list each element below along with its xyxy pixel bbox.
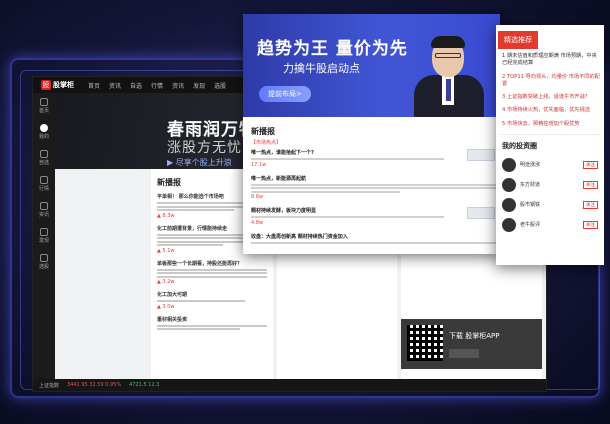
- qr-code-icon: [407, 325, 443, 361]
- news-item-title: 题材持续发酵，板块力度明显: [251, 208, 317, 214]
- avatar: [502, 157, 516, 172]
- menu-item[interactable]: 行情: [151, 81, 163, 90]
- banner-subtitle: 涨股方无忧: [167, 140, 242, 156]
- sidebar-item-watchlist[interactable]: 自选: [33, 145, 55, 171]
- investor-name: 东方财道: [520, 182, 541, 189]
- status-bar: 上证指数 3441.95 32.59 0.95% 4721.5 12.3: [33, 379, 546, 391]
- promo-banner[interactable]: 趋势为王 量价为先 力擒牛股启动点 提前布局>: [243, 14, 500, 117]
- web-news-feed: 新播报 【市场热点】 唯一热点，谁能拾起下一个? 17.1w 唯一热点，新能源再…: [251, 126, 499, 251]
- user-icon: [40, 124, 48, 132]
- list-item[interactable]: 唯一热点，新能源再起航 8.6w: [251, 175, 499, 200]
- list-item[interactable]: 唯一热点，谁能拾起下一个? 17.1w: [251, 149, 499, 168]
- investor-row[interactable]: 明途涨涨 关注: [496, 155, 604, 175]
- news-icon: [40, 202, 48, 210]
- star-icon: [40, 150, 48, 158]
- sidebar-item-label: 选股: [38, 264, 49, 270]
- sidebar-item-label: 行情: [38, 186, 49, 192]
- news-item-title: 唯一热点，新能源再起航: [251, 175, 307, 182]
- news-item-title: 唯一热点，谁能拾起下一个?: [251, 150, 314, 156]
- investors-title: 我的投资圈: [502, 141, 537, 150]
- banner-bullet: ▶ 尽享个股上升浪: [167, 158, 232, 167]
- list-item[interactable]: 5 市场快去，那精控增加个股优势: [502, 121, 600, 128]
- sidebar-item-label: 首页: [38, 108, 49, 114]
- avatar: [502, 177, 516, 192]
- logo-icon: 股: [41, 80, 51, 90]
- promo-title: 趋势为王 量价为先: [257, 39, 408, 59]
- avatar: [502, 217, 516, 232]
- investor-row[interactable]: 东方财道 关注: [496, 175, 604, 195]
- sidebar-item-label: 资讯: [38, 212, 49, 218]
- investor-name: 老牛股评: [520, 222, 541, 229]
- list-item[interactable]: 2 TOP11 导向领头，均量价 市场不同的配置: [502, 74, 600, 89]
- left-sidebar: 首页 我的 自选 行情 资讯 发现 选股: [33, 93, 55, 379]
- recommend-panel: 精选推荐 1 期末估值和质理应期满 市场预期，中央已经完成结算 2 TOP11 …: [496, 25, 604, 265]
- chart-icon: [40, 176, 48, 184]
- news-thumbnail: [467, 207, 495, 219]
- list-item[interactable]: 3 上证指数突破上线，适逢牛市开战?: [502, 94, 600, 101]
- news-item-title: 化工加大可期: [157, 292, 188, 298]
- news-item-title: 单板那些一个长期看，持股还能再好？: [157, 260, 243, 267]
- recommend-list: 1 期末估值和质理应期满 市场预期，中央已经完成结算 2 TOP11 导向领头，…: [496, 49, 604, 128]
- logo-text: 股掌柜: [53, 81, 74, 89]
- list-item[interactable]: 1 期末估值和质理应期满 市场预期，中央已经完成结算: [502, 53, 600, 68]
- news-feed-title: 新播报: [251, 127, 275, 136]
- investor-name: 股市钢铁: [520, 202, 541, 209]
- follow-button[interactable]: 关注: [583, 220, 598, 229]
- heat-count: 17.1w: [251, 161, 267, 168]
- list-item[interactable]: 题材持续发酵，板块力度明显 4.8w: [251, 207, 499, 226]
- sidebar-item-news[interactable]: 资讯: [33, 197, 55, 223]
- promo-button[interactable]: 提前布局>: [259, 86, 311, 102]
- presenter-photo: [414, 35, 484, 117]
- index-name: 上证指数: [39, 382, 60, 389]
- divider: [500, 133, 600, 135]
- list-item[interactable]: 化工加大可期 ▲ 3.0w: [157, 291, 267, 310]
- news-item-title: 收盘：大盘再创新高 题材持续热门资金加入: [251, 233, 348, 240]
- sidebar-item-market[interactable]: 行情: [33, 171, 55, 197]
- promo-subtitle: 力擒牛股启动点: [283, 62, 360, 75]
- home-icon: [40, 98, 48, 106]
- recommend-header: 精选推荐: [498, 31, 538, 49]
- web-page-panel: 趋势为王 量价为先 力擒牛股启动点 提前布局> 新播报 【市场热点】 唯一热点，…: [243, 14, 500, 254]
- list-item[interactable]: 收盘：大盘再创新高 题材持续热门资金加入: [251, 233, 499, 244]
- avatar: [502, 197, 516, 212]
- sidebar-item-discover[interactable]: 发现: [33, 223, 55, 249]
- hot-tag[interactable]: 【市场热点】: [251, 139, 499, 146]
- menu-item[interactable]: 资讯: [109, 81, 121, 90]
- list-item[interactable]: 重材相关投资: [157, 316, 267, 330]
- follow-button[interactable]: 关注: [583, 160, 598, 169]
- menu-item[interactable]: 选股: [214, 81, 226, 90]
- investor-name: 明途涨涨: [520, 162, 541, 169]
- heat-count: ▲ 3.0w: [157, 303, 175, 310]
- menu-item[interactable]: 资讯: [172, 81, 184, 90]
- heat-count: ▲ 3.2w: [157, 279, 175, 285]
- discover-icon: [40, 228, 48, 236]
- index-down-value: 4721.5 12.3: [129, 382, 160, 388]
- follow-button[interactable]: 关注: [583, 200, 598, 209]
- sidebar-item-label: 发现: [38, 238, 49, 244]
- list-item[interactable]: 单板那些一个长期看，持股还能再好？ ▲ 3.2w: [157, 260, 267, 285]
- heat-count: 4.8w: [251, 219, 264, 226]
- sidebar-item-label: 我的: [38, 134, 49, 140]
- list-item[interactable]: 4 市场持续火热，优先面临，优先挑选: [502, 107, 600, 114]
- sidebar-item-label: 自选: [38, 160, 49, 166]
- download-text: 下载 股掌柜APP: [449, 332, 500, 340]
- heat-count: 8.6w: [251, 194, 264, 200]
- store-button[interactable]: [449, 349, 479, 358]
- sidebar-item-mine[interactable]: 我的: [33, 119, 55, 145]
- investor-row[interactable]: 股市钢铁 关注: [496, 195, 604, 215]
- filter-icon: [40, 254, 48, 262]
- app-logo[interactable]: 股 股掌柜: [33, 80, 82, 90]
- index-up-value: 3441.95 32.59 0.95%: [67, 382, 122, 388]
- investor-row[interactable]: 老牛股评 关注: [496, 215, 604, 235]
- app-download-card[interactable]: 下载 股掌柜APP: [401, 319, 542, 369]
- top-menu: 首页 资讯 自选 行情 资讯 发现 选股: [88, 81, 226, 90]
- sidebar-item-screener[interactable]: 选股: [33, 249, 55, 275]
- sidebar-item-home[interactable]: 首页: [33, 93, 55, 119]
- menu-item[interactable]: 自选: [130, 81, 142, 90]
- menu-item[interactable]: 首页: [88, 81, 100, 90]
- news-item-title: 重材相关投资: [157, 316, 188, 323]
- news-thumbnail: [467, 149, 495, 161]
- menu-item[interactable]: 发现: [193, 81, 205, 90]
- follow-button[interactable]: 关注: [583, 180, 598, 189]
